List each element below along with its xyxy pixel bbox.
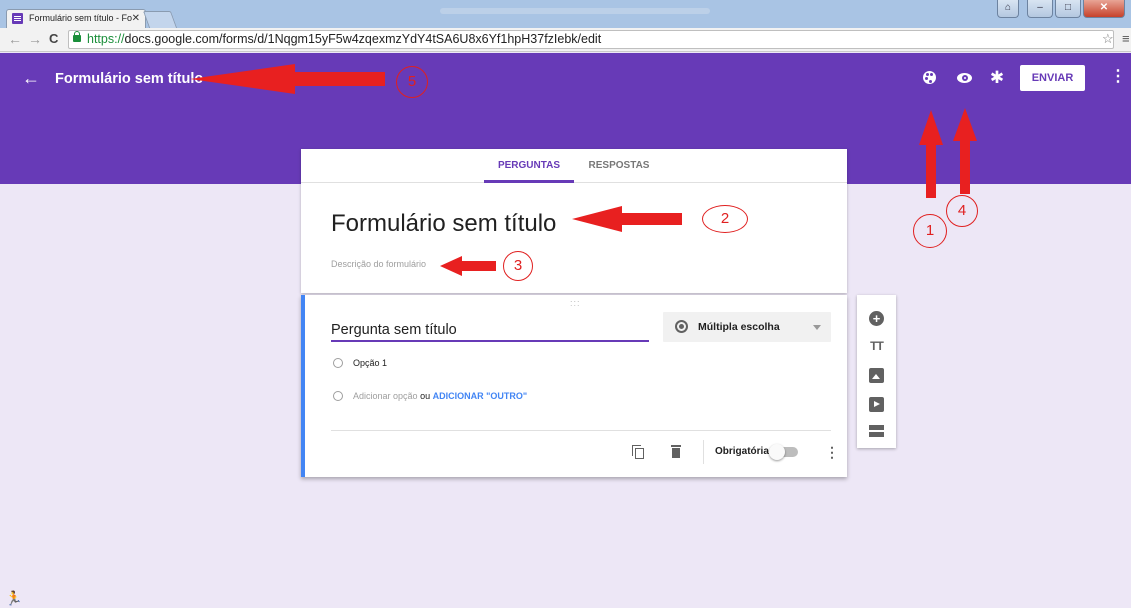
browser-toolbar: ← → C https://docs.google.com/forms/d/1N… bbox=[0, 28, 1131, 52]
window-user-button[interactable]: ⌂ bbox=[997, 0, 1019, 18]
footer-separator bbox=[703, 440, 704, 464]
tab-title: Formulário sem título - Fo bbox=[29, 13, 133, 23]
minimize-button[interactable]: – bbox=[1027, 0, 1053, 18]
browser-back-icon[interactable]: ← bbox=[8, 31, 22, 47]
window-title-blurred bbox=[440, 8, 710, 14]
annotation-number-5: 5 bbox=[396, 66, 428, 98]
annotation-number-1: 1 bbox=[913, 214, 947, 248]
browser-forward-icon[interactable]: → bbox=[28, 31, 42, 47]
add-other-link[interactable]: ADICIONAR "OUTRO" bbox=[433, 391, 528, 401]
close-window-button[interactable]: ✕ bbox=[1083, 0, 1125, 18]
tab-questions[interactable]: PERGUNTAS bbox=[484, 149, 574, 183]
dropdown-caret-icon bbox=[813, 325, 821, 330]
annotation-arrow-3 bbox=[440, 256, 496, 276]
annotation-number-3: 3 bbox=[503, 251, 533, 281]
reload-icon[interactable]: C bbox=[49, 31, 58, 47]
annotation-arrow-2 bbox=[572, 206, 682, 232]
form-description-input[interactable]: Descrição do formulário bbox=[331, 258, 426, 270]
annotation-number-4: 4 bbox=[946, 195, 978, 227]
question-card[interactable]: ::: Pergunta sem título Múltipla escolha… bbox=[301, 295, 847, 477]
side-toolbar: + TT bbox=[857, 295, 896, 448]
palette-icon[interactable] bbox=[920, 68, 940, 88]
new-tab-button[interactable] bbox=[142, 11, 178, 28]
eye-icon[interactable] bbox=[955, 68, 975, 88]
send-button[interactable]: ENVIAR bbox=[1020, 65, 1085, 91]
bookmark-star-icon[interactable]: ☆ bbox=[1102, 32, 1114, 46]
question-type-label: Múltipla escolha bbox=[698, 321, 780, 333]
address-bar[interactable]: https://docs.google.com/forms/d/1Nqgm15y… bbox=[68, 30, 1114, 49]
add-question-icon[interactable]: + bbox=[869, 311, 884, 326]
annotation-arrow-1 bbox=[919, 110, 943, 198]
maximize-button[interactable]: □ bbox=[1055, 0, 1081, 18]
header-form-title[interactable]: Formulário sem título bbox=[55, 70, 203, 88]
browser-titlebar: Formulário sem título - Fo ✕ ⌂ – □ ✕ bbox=[0, 0, 1131, 28]
delete-icon[interactable] bbox=[671, 445, 681, 458]
tab-close-icon[interactable]: ✕ bbox=[132, 10, 140, 27]
title-text-icon[interactable]: TT bbox=[869, 339, 884, 354]
question-title-input[interactable]: Pergunta sem título bbox=[331, 321, 649, 342]
question-type-dropdown[interactable]: Múltipla escolha bbox=[663, 312, 831, 342]
browser-tab[interactable]: Formulário sem título - Fo ✕ bbox=[6, 9, 146, 28]
runner-icon: 🏃 bbox=[5, 590, 23, 606]
tab-responses[interactable]: RESPOSTAS bbox=[584, 149, 654, 183]
footer-divider bbox=[331, 430, 831, 431]
annotation-number-2: 2 bbox=[702, 205, 748, 233]
more-vert-icon[interactable]: ⋮ bbox=[1110, 67, 1126, 87]
annotation-arrow-5 bbox=[190, 64, 385, 94]
radio-empty-icon bbox=[333, 391, 343, 401]
annotation-arrow-4 bbox=[953, 108, 977, 194]
url-text: docs.google.com/forms/d/1Nqgm15yF5w4zqex… bbox=[124, 32, 602, 46]
form-tabs: PERGUNTAS RESPOSTAS bbox=[301, 149, 847, 183]
back-arrow-icon[interactable]: ← bbox=[22, 68, 40, 88]
drag-handle-icon[interactable]: ::: bbox=[570, 299, 581, 308]
option-label[interactable]: Opção 1 bbox=[353, 356, 387, 370]
question-more-icon[interactable]: ⋮ bbox=[825, 443, 839, 461]
url-scheme: https:// bbox=[87, 32, 125, 46]
add-option-link[interactable]: Adicionar opção bbox=[353, 391, 418, 401]
form-title-input[interactable]: Formulário sem título bbox=[331, 210, 556, 238]
section-icon[interactable] bbox=[869, 425, 884, 438]
video-icon[interactable] bbox=[869, 397, 884, 412]
duplicate-icon[interactable] bbox=[632, 445, 646, 459]
browser-menu-icon[interactable]: ≡ bbox=[1122, 31, 1130, 47]
radio-button-icon bbox=[675, 320, 688, 333]
radio-empty-icon bbox=[333, 358, 343, 368]
google-forms-favicon-icon bbox=[12, 13, 23, 24]
image-icon[interactable] bbox=[869, 368, 884, 383]
window-controls: ⌂ – □ ✕ bbox=[997, 0, 1125, 18]
required-toggle[interactable] bbox=[769, 444, 798, 460]
required-label: Obrigatória bbox=[715, 446, 769, 457]
or-label: ou bbox=[420, 391, 431, 401]
gear-icon[interactable]: ✱ bbox=[987, 68, 1007, 88]
lock-icon bbox=[73, 31, 81, 42]
